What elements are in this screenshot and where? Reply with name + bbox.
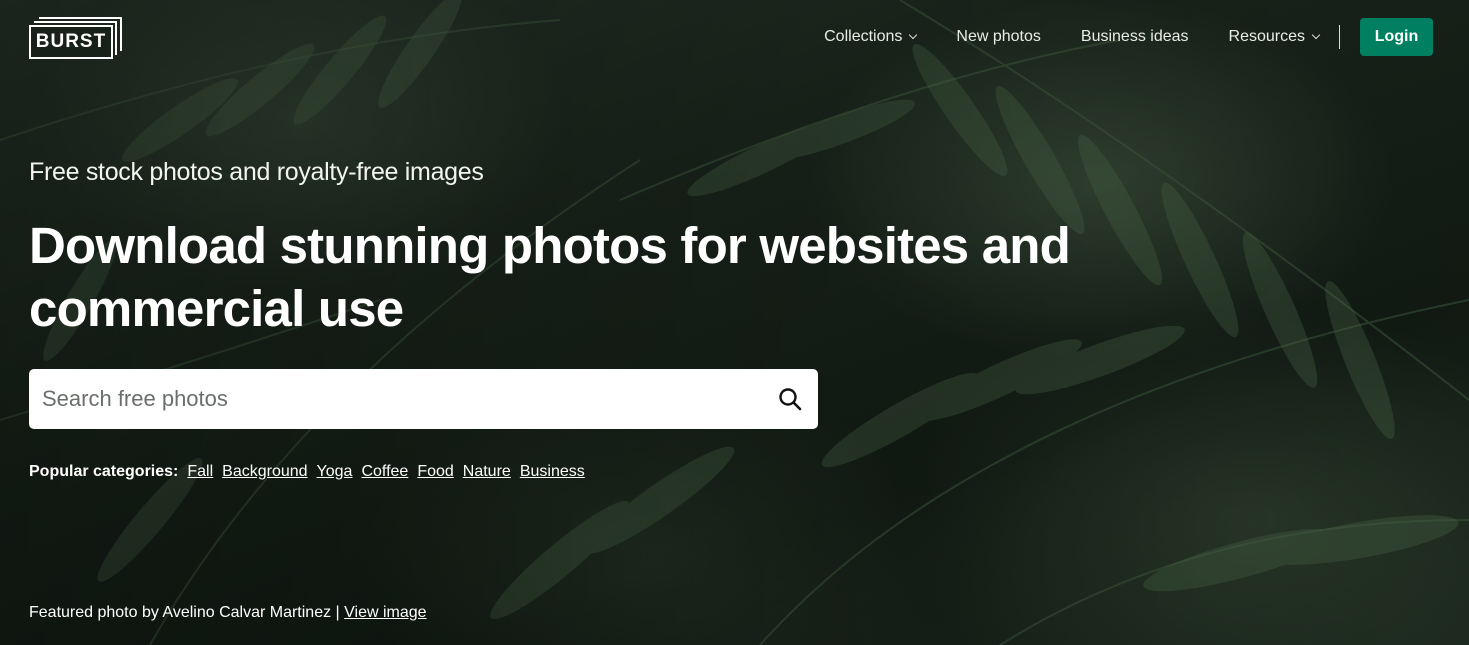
hero-headline: Download stunning photos for websites an…: [29, 217, 1071, 337]
main-nav: Collections New photos Business ideas Re…: [824, 18, 1433, 56]
view-image-link[interactable]: View image: [344, 604, 426, 621]
popular-categories: Popular categories: Fall Background Yoga…: [29, 463, 594, 481]
nav-business-ideas[interactable]: Business ideas: [1081, 28, 1189, 46]
hero-subtitle: Free stock photos and royalty-free image…: [29, 158, 484, 186]
logo-box: BURST: [29, 25, 113, 59]
nav-resources[interactable]: Resources: [1228, 28, 1321, 46]
nav-new-photos[interactable]: New photos: [956, 28, 1041, 46]
category-link-coffee[interactable]: Coffee: [361, 463, 408, 481]
photo-credit-text: Featured photo by Avelino Calvar Martine…: [29, 604, 340, 621]
category-link-business[interactable]: Business: [520, 463, 585, 481]
nav-divider: [1339, 25, 1340, 49]
nav-new-photos-label: New photos: [956, 28, 1041, 45]
hero-section: BURST Collections New photos Business id…: [0, 0, 1469, 645]
category-link-background[interactable]: Background: [222, 463, 307, 481]
login-button[interactable]: Login: [1360, 18, 1433, 56]
category-link-nature[interactable]: Nature: [463, 463, 511, 481]
category-link-food[interactable]: Food: [417, 463, 453, 481]
search-icon: [779, 388, 802, 411]
search-button[interactable]: [762, 369, 818, 429]
logo-text: BURST: [35, 31, 107, 52]
category-link-yoga[interactable]: Yoga: [317, 463, 353, 481]
nav-resources-label: Resources: [1228, 28, 1305, 45]
burst-logo[interactable]: BURST: [29, 17, 122, 59]
nav-business-ideas-label: Business ideas: [1080, 28, 1189, 45]
category-link-fall[interactable]: Fall: [187, 463, 213, 481]
chevron-down-icon: [1311, 30, 1321, 40]
nav-collections[interactable]: Collections: [824, 28, 918, 46]
photo-credit: Featured photo by Avelino Calvar Martine…: [29, 604, 427, 622]
search-bar: [29, 369, 818, 429]
search-input[interactable]: [29, 369, 762, 429]
chevron-down-icon: [909, 30, 918, 40]
popular-categories-label: Popular categories:: [29, 463, 179, 480]
nav-collections-label: Collections: [824, 28, 903, 45]
